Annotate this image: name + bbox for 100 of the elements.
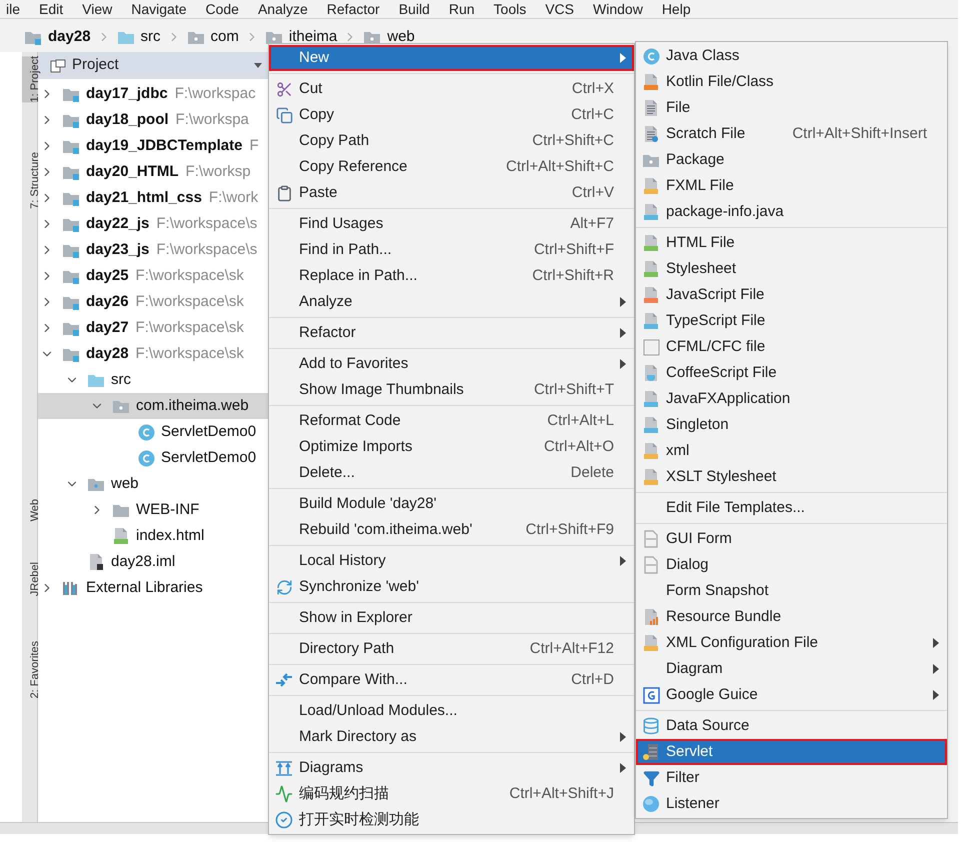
tree-item[interactable]: ServletDemo0 xyxy=(38,445,268,471)
menu-item[interactable]: Singleton xyxy=(636,412,947,438)
menu-bar-item[interactable]: Navigate xyxy=(131,2,186,16)
breadcrumb[interactable]: com xyxy=(210,26,239,48)
menu-item[interactable]: Kotlin File/Class xyxy=(636,69,947,95)
menu-item[interactable]: GUI Form xyxy=(636,526,947,552)
tree-item[interactable]: ServletDemo0 xyxy=(38,419,268,445)
menu-item[interactable]: xml xyxy=(636,438,947,464)
menu-item[interactable]: Optimize Imports Ctrl+Alt+O xyxy=(269,434,634,460)
tree-item[interactable]: web xyxy=(38,471,268,497)
menu-item[interactable]: Add to Favorites xyxy=(269,351,634,377)
menu-item[interactable]: Show Image Thumbnails Ctrl+Shift+T xyxy=(269,377,634,403)
tool-window-tab[interactable]: 2: Favorites xyxy=(22,641,37,698)
menu-item[interactable]: Diagrams xyxy=(269,755,634,781)
tree-item[interactable]: day28.iml xyxy=(38,549,268,575)
menu-item[interactable]: CoffeeScript File xyxy=(636,360,947,386)
menu-item[interactable]: Dialog xyxy=(636,552,947,578)
menu-item[interactable]: Java Class xyxy=(636,43,947,69)
menu-item[interactable]: Build Module 'day28' xyxy=(269,491,634,517)
menu-bar-item[interactable]: Edit xyxy=(39,2,64,16)
menu-item[interactable]: Find Usages Alt+F7 xyxy=(269,211,634,237)
menu-bar-item[interactable]: Analyze xyxy=(258,2,308,16)
tree-item[interactable]: day28 F:\workspace\sk xyxy=(38,341,268,367)
menu-bar-item[interactable]: Run xyxy=(448,2,475,16)
menu-item[interactable]: Directory Path Ctrl+Alt+F12 xyxy=(269,636,634,662)
tree-item[interactable]: day23_js F:\workspace\s xyxy=(38,237,268,263)
tree-item[interactable]: day17_jdbc F:\workspac xyxy=(38,81,268,107)
tree-item[interactable]: index.html xyxy=(38,523,268,549)
menu-bar-item[interactable]: Build xyxy=(398,2,430,16)
breadcrumb[interactable]: src xyxy=(140,26,161,48)
menu-bar-item[interactable]: VCS xyxy=(545,2,574,16)
menu-bar-item[interactable]: Window xyxy=(593,2,643,16)
menu-item[interactable]: Edit File Templates... xyxy=(636,495,947,521)
tool-window-tab[interactable]: 7: Structure xyxy=(22,152,37,210)
menu-item[interactable]: Replace in Path... Ctrl+Shift+R xyxy=(269,263,634,289)
tree-item[interactable]: com.itheima.web xyxy=(38,393,268,419)
menu-item[interactable]: XSLT Stylesheet xyxy=(636,464,947,490)
menu-item[interactable]: Paste Ctrl+V xyxy=(269,180,634,206)
menu-item[interactable]: 打开实时检测功能 xyxy=(269,807,634,833)
menu-item[interactable]: New xyxy=(269,45,634,71)
menu-item[interactable]: CFML/CFC file xyxy=(636,334,947,360)
menu-item[interactable]: Synchronize 'web' xyxy=(269,574,634,600)
tree-item[interactable]: src xyxy=(38,367,268,393)
menu-item[interactable]: Find in Path... Ctrl+Shift+F xyxy=(269,237,634,263)
tree-item[interactable]: day27 F:\workspace\sk xyxy=(38,315,268,341)
menu-item[interactable]: Rebuild 'com.itheima.web' Ctrl+Shift+F9 xyxy=(269,517,634,543)
menu-item[interactable]: Google Guice xyxy=(636,682,947,708)
menu-item[interactable]: JavaFXApplication xyxy=(636,386,947,412)
menu-bar-item[interactable]: Help xyxy=(662,2,691,16)
menu-item[interactable]: Cut Ctrl+X xyxy=(269,76,634,102)
dropdown-caret-icon[interactable] xyxy=(254,63,262,68)
menu-item[interactable]: FXML File xyxy=(636,173,947,199)
menu-bar-item[interactable]: Tools xyxy=(494,2,526,16)
menu-item[interactable]: Delete... Delete xyxy=(269,460,634,486)
tree-item[interactable]: day25 F:\workspace\sk xyxy=(38,263,268,289)
menu-item[interactable]: Package xyxy=(636,147,947,173)
menu-bar-item[interactable]: View xyxy=(82,2,112,16)
menu-item[interactable]: Filter xyxy=(636,765,947,791)
tree-item[interactable]: day26 F:\workspace\sk xyxy=(38,289,268,315)
menu-item[interactable]: Local History xyxy=(269,548,634,574)
menu-item[interactable]: Refactor xyxy=(269,320,634,346)
menu-item[interactable]: Form Snapshot xyxy=(636,578,947,604)
menu-bar-item[interactable]: ile xyxy=(6,2,20,16)
menu-item[interactable]: Diagram xyxy=(636,656,947,682)
menu-item[interactable]: Servlet xyxy=(636,739,947,765)
breadcrumb[interactable]: day28 xyxy=(48,26,91,48)
menu-item[interactable]: File xyxy=(636,95,947,121)
menu-item[interactable]: XML Configuration File xyxy=(636,630,947,656)
keyboard-shortcut: Ctrl+Alt+F12 xyxy=(530,638,614,659)
menu-item[interactable]: Data Source xyxy=(636,713,947,739)
tree-item[interactable]: day20_HTML F:\worksp xyxy=(38,159,268,185)
menu-bar-item[interactable]: Refactor xyxy=(326,2,380,16)
tree-item[interactable]: WEB-INF xyxy=(38,497,268,523)
menu-item[interactable]: Copy Ctrl+C xyxy=(269,102,634,128)
tree-item[interactable]: day18_pool F:\workspa xyxy=(38,107,268,133)
menu-item[interactable]: Reformat Code Ctrl+Alt+L xyxy=(269,408,634,434)
menu-item[interactable]: HTML File xyxy=(636,230,947,256)
menu-item[interactable]: Compare With... Ctrl+D xyxy=(269,667,634,693)
menu-item[interactable]: Stylesheet xyxy=(636,256,947,282)
menu-item[interactable]: 编码规约扫描 Ctrl+Alt+Shift+J xyxy=(269,781,634,807)
menu-item[interactable]: Show in Explorer xyxy=(269,605,634,631)
tool-window-tab[interactable]: Web xyxy=(22,499,37,522)
keyboard-shortcut: Ctrl+V xyxy=(572,182,614,203)
tree-item[interactable]: day19_JDBCTemplate F xyxy=(38,133,268,159)
menu-item[interactable]: package-info.java xyxy=(636,199,947,225)
tree-item[interactable]: day21_html_css F:\work xyxy=(38,185,268,211)
menu-item[interactable]: TypeScript File xyxy=(636,308,947,334)
menu-item[interactable]: Analyze xyxy=(269,289,634,315)
menu-item[interactable]: JavaScript File xyxy=(636,282,947,308)
menu-item[interactable]: Resource Bundle xyxy=(636,604,947,630)
menu-item[interactable]: Scratch File Ctrl+Alt+Shift+Insert xyxy=(636,121,947,147)
menu-item[interactable]: Copy Path Ctrl+Shift+C xyxy=(269,128,634,154)
menu-item[interactable]: Load/Unload Modules... xyxy=(269,698,634,724)
tool-window-tab[interactable]: JRebel xyxy=(22,562,37,596)
menu-item[interactable]: Mark Directory as xyxy=(269,724,634,750)
menu-bar-item[interactable]: Code xyxy=(206,2,239,16)
tree-item[interactable]: External Libraries xyxy=(38,575,268,601)
menu-item[interactable]: Listener xyxy=(636,791,947,817)
tree-item[interactable]: day22_js F:\workspace\s xyxy=(38,211,268,237)
menu-item[interactable]: Copy Reference Ctrl+Alt+Shift+C xyxy=(269,154,634,180)
